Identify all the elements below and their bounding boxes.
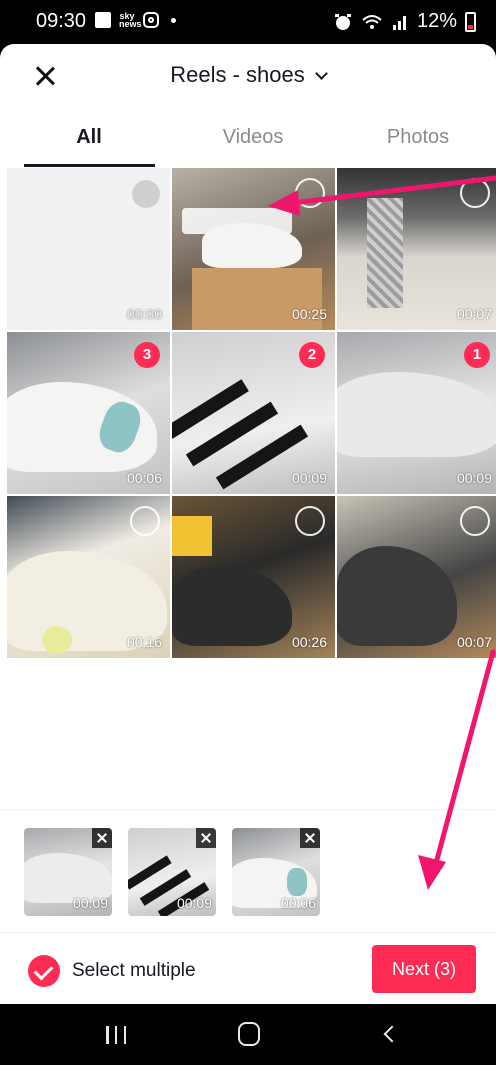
video-duration: 00:09 <box>456 470 492 486</box>
selection-order-badge[interactable]: 1 <box>464 342 490 368</box>
tab-videos[interactable]: Videos <box>188 126 318 149</box>
status-time: 09:30 <box>36 10 87 32</box>
picker-footer: Select multiple Next (3) <box>0 932 496 1004</box>
select-circle[interactable] <box>460 178 490 208</box>
media-thumbnail[interactable]: 1 00:09 <box>337 332 496 494</box>
tab-photos[interactable]: Photos <box>353 126 483 149</box>
instagram-icon <box>143 12 159 28</box>
selected-thumbnail[interactable]: 00:09 <box>128 828 216 916</box>
status-system-icons: 12% <box>333 10 476 33</box>
video-duration: 00:09 <box>176 895 212 911</box>
active-tab-indicator <box>24 164 155 167</box>
media-type-tabs: All Videos Photos <box>0 106 496 168</box>
video-duration: 00:09 <box>291 470 327 486</box>
tab-all[interactable]: All <box>24 126 154 149</box>
media-thumbnail[interactable]: 00:26 <box>172 496 335 658</box>
sky-news-icon: sky news <box>119 11 142 29</box>
battery-icon <box>465 11 476 32</box>
remove-icon[interactable] <box>300 828 320 848</box>
video-duration: 00:07 <box>456 634 492 650</box>
remove-icon[interactable] <box>196 828 216 848</box>
video-duration: 00:16 <box>126 634 162 650</box>
media-thumbnail[interactable]: 00:07 <box>337 168 496 330</box>
select-circle[interactable] <box>132 180 160 208</box>
media-thumbnail[interactable]: 3 00:06 <box>7 332 170 494</box>
video-duration: 00:09 <box>72 895 108 911</box>
chevron-down-icon <box>314 67 328 80</box>
selection-order-badge[interactable]: 2 <box>299 342 325 368</box>
wifi-icon <box>362 14 382 29</box>
selected-thumbnail[interactable]: 00:09 <box>24 828 112 916</box>
alarm-icon <box>334 13 351 30</box>
media-thumbnail[interactable]: 00:00 <box>7 168 170 330</box>
media-picker-sheet: Reels - shoes All Videos Photos 00:00 00… <box>0 44 496 1004</box>
signal-icon <box>392 15 406 30</box>
status-notification-icons: sky news <box>95 11 176 29</box>
notification-app-icon <box>95 12 111 28</box>
picker-header: Reels - shoes <box>0 44 496 106</box>
album-selector[interactable]: Reels - shoes <box>0 62 496 88</box>
video-duration: 00:06 <box>126 470 162 486</box>
back-icon[interactable] <box>383 1025 401 1043</box>
selection-order-badge[interactable]: 3 <box>134 342 160 368</box>
more-notifications-dot-icon <box>171 17 176 23</box>
home-icon[interactable] <box>238 1022 260 1046</box>
selected-media-tray: 00:09 00:09 00:06 <box>0 809 496 932</box>
checkmark-icon <box>28 955 60 987</box>
system-navigation-bar <box>0 1004 496 1065</box>
battery-percent: 12% <box>416 10 457 32</box>
media-thumbnail[interactable]: 00:25 <box>172 168 335 330</box>
video-duration: 00:26 <box>291 634 327 650</box>
remove-icon[interactable] <box>92 828 112 848</box>
video-duration: 00:00 <box>126 306 162 322</box>
select-circle[interactable] <box>295 178 325 208</box>
recent-apps-icon[interactable] <box>106 1026 126 1044</box>
selected-thumbnail[interactable]: 00:06 <box>232 828 320 916</box>
video-duration: 00:25 <box>291 306 327 322</box>
select-multiple-label: Select multiple <box>72 960 196 981</box>
media-thumbnail[interactable]: 00:07 <box>337 496 496 658</box>
next-button[interactable]: Next (3) <box>372 945 476 993</box>
video-duration: 00:06 <box>280 895 316 911</box>
select-circle[interactable] <box>295 506 325 536</box>
select-circle[interactable] <box>460 506 490 536</box>
select-circle[interactable] <box>130 506 160 536</box>
status-bar: 09:30 sky news 12% <box>0 0 496 44</box>
video-duration: 00:07 <box>456 306 492 322</box>
media-thumbnail[interactable]: 2 00:09 <box>172 332 335 494</box>
media-thumbnail[interactable]: 00:16 <box>7 496 170 658</box>
album-title: Reels - shoes <box>170 62 305 87</box>
select-multiple-toggle[interactable]: Select multiple <box>28 955 196 987</box>
